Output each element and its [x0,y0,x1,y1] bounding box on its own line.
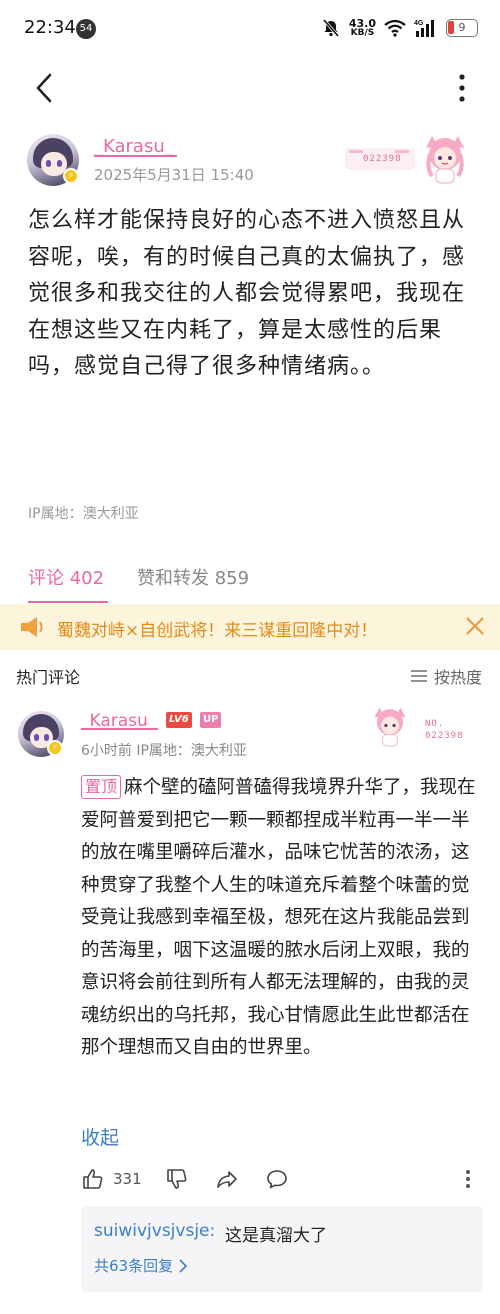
notification-count-badge: 54 [76,19,96,39]
dislike-button[interactable] [165,1166,189,1192]
like-count: 331 [113,1170,142,1188]
tab-comments[interactable]: 评论 402 [28,564,104,590]
wifi-icon [384,19,406,37]
battery-level: 9 [458,21,466,34]
share-arrow-icon [217,1171,237,1188]
comment-action-bar: 331 [81,1166,481,1192]
reply-username[interactable]: suiwivjvsjvsje: [94,1221,215,1241]
sort-by-hotness-button[interactable]: 按热度 [410,664,482,688]
promo-banner-text[interactable]: 蜀魏对峙×自创武将！来三谋重回隆中对！ [57,616,377,641]
status-bar: 22:34 54 43.0 KB/S 4G 9 [0,0,500,56]
thumbs-down-icon [167,1169,187,1189]
sort-icon [410,670,427,682]
tab-likes-reposts[interactable]: 赞和转发 859 [137,564,249,590]
fan-number: 022398 [363,154,402,164]
verified-badge-icon: ⚡ [63,168,79,184]
author-underline [81,728,158,730]
bell-mute-icon [322,19,339,37]
post-content: 怎么样才能保持良好的心态不进入愤怒且从容呢，唉，有的时候自己真的太偏执了，感觉很… [28,208,466,379]
battery-icon: 9 [446,19,478,37]
post-date: 2025年5月31日 15:40 [94,166,254,184]
reply-text: 这是真溜大了 [225,1226,327,1246]
comment-text: 麻个壁的磕阿普磕得我境界升华了，我现在爱阿普爱到把它一颗一颗都捏成半粒再一半一半… [81,777,476,1058]
collapse-button[interactable]: 收起 [81,1123,119,1150]
cellular-signal-icon: 4G [414,20,434,37]
level-badge: LV6 [166,712,192,728]
svg-text:4G: 4G [414,20,424,27]
reply-count-label: 共63条回复 [94,1257,174,1275]
active-tab-indicator [28,601,108,603]
status-icons: 43.0 KB/S 4G 9 [321,16,478,40]
close-icon[interactable] [464,615,486,637]
hot-comments-title: 热门评论 [16,668,81,687]
megaphone-icon [21,617,43,637]
chibi-character-icon [426,136,464,184]
network-speed: 43.0 KB/S [348,17,376,38]
chevron-right-icon [179,1258,188,1273]
more-options-icon[interactable] [456,72,468,104]
reply-button[interactable] [265,1166,289,1192]
verified-badge-icon: ⚡ [47,740,63,756]
status-time: 22:34 [24,17,76,38]
post-author-name[interactable]: _Karasu_ [94,136,174,157]
speech-bubble-icon [267,1170,287,1189]
pinned-badge: 置顶 [81,775,122,799]
sort-label: 按热度 [433,668,482,687]
post-ip-location: IP属地：澳大利亚 [28,506,139,522]
reply-preview-box[interactable] [81,1206,483,1292]
back-arrow-icon[interactable] [30,72,60,104]
like-button[interactable]: 331 [81,1166,142,1192]
up-badge: UP [200,712,222,728]
author-underline [94,155,177,157]
comment-content: 置顶 麻个壁的磕阿普磕得我境界升华了，我现在爱阿普爱到把它一颗一颗都捏成半粒再一半… [81,772,483,1065]
chibi-character-icon [374,707,406,747]
view-all-replies-link[interactable]: 共63条回复 [94,1255,188,1276]
fan-number-prefix: NO. [425,719,445,729]
share-button[interactable] [215,1166,239,1192]
comment-more-icon[interactable] [465,1169,471,1189]
thumbs-up-icon [83,1169,103,1189]
fan-number: 022398 [425,731,464,741]
comment-meta: 6小时前 IP属地：澳大利亚 [81,743,247,759]
